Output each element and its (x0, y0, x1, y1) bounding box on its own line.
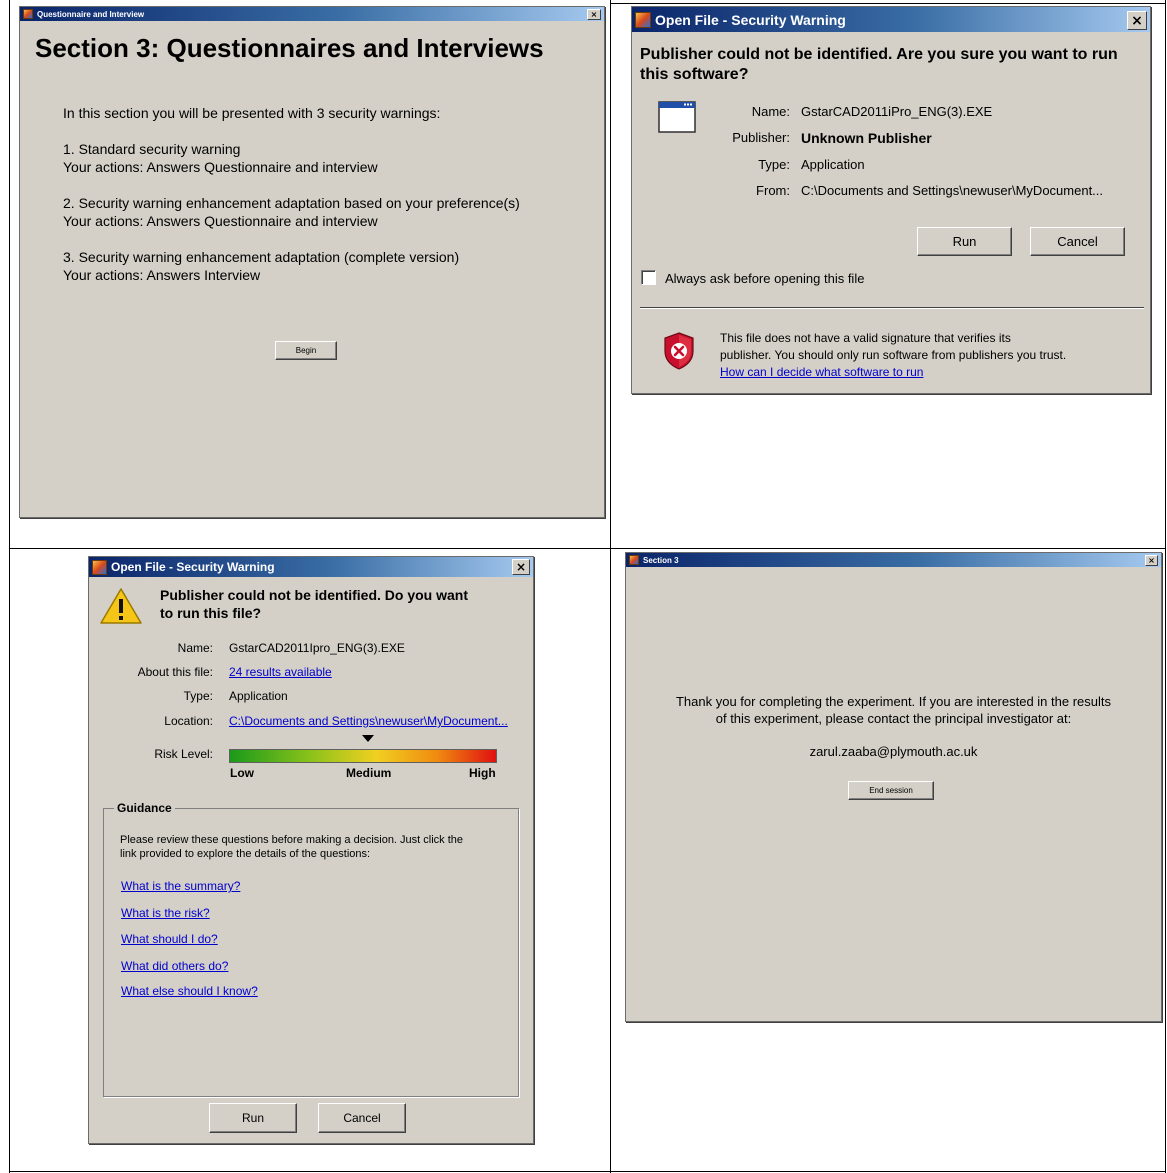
warning-question-line2: to run this file? (160, 605, 262, 621)
close-button[interactable]: × (1145, 555, 1158, 566)
close-button[interactable]: × (1127, 11, 1147, 30)
type-label: Type: (758, 157, 790, 172)
close-button[interactable]: × (587, 9, 601, 20)
questionnaire-window: Questionnaire and Interview × Section 3:… (19, 6, 605, 518)
location-label: Location: (164, 714, 213, 728)
window-title: Open File - Security Warning (111, 560, 275, 574)
item-actions: Your actions: Answers Questionnaire and … (63, 213, 378, 229)
location-link[interactable]: C:\Documents and Settings\newuser\MyDocu… (229, 714, 508, 728)
type-value: Application (801, 157, 865, 172)
title-bar: Open File - Security Warning × (89, 557, 533, 577)
contact-email: zarul.zaaba@plymouth.ac.uk (809, 744, 978, 759)
guidance-link-else[interactable]: What else should I know? (121, 984, 258, 998)
window-title: Section 3 (643, 555, 679, 565)
guidance-title: Guidance (114, 801, 175, 815)
item-actions: Your actions: Answers Interview (63, 267, 261, 283)
guidance-link-summary[interactable]: What is the summary? (121, 879, 240, 893)
type-label: Type: (183, 689, 213, 703)
grid-border-top (610, 3, 1166, 4)
section-3-window: Section 3 × Thank you for completing the… (625, 552, 1162, 1022)
publisher-value: Unknown Publisher (801, 130, 932, 146)
risk-level-marker (362, 735, 375, 742)
separator (640, 307, 1144, 309)
type-value: Application (229, 689, 288, 703)
risk-level-bar (229, 749, 497, 763)
grid-divider-vertical (610, 0, 611, 1173)
page-title: Section 3: Questionnaires and Interviews (35, 33, 544, 63)
from-label: From: (756, 183, 790, 198)
cancel-button[interactable]: Cancel (1030, 227, 1125, 256)
shield-warning-icon (662, 331, 696, 371)
name-value: GstarCAD2011iPro_ENG(3).EXE (801, 104, 993, 119)
end-session-button[interactable]: End session (848, 781, 934, 800)
always-ask-label: Always ask before opening this file (665, 271, 865, 286)
item-actions: Your actions: Answers Questionnaire and … (63, 159, 378, 175)
grid-border-right (1165, 0, 1166, 1173)
about-file-link[interactable]: 24 results available (229, 665, 332, 679)
item-title: 3. Security warning enhancement adaptati… (63, 249, 460, 265)
guidance-link-risk[interactable]: What is the risk? (121, 906, 210, 920)
publisher-label: Publisher: (732, 130, 790, 145)
grid-divider-horizontal (9, 548, 1166, 549)
warning-text-line2: publisher. You should only run software … (720, 348, 1067, 362)
title-bar: Questionnaire and Interview × (20, 7, 604, 21)
guidance-text-line1: Please review these questions before mak… (120, 834, 464, 846)
app-icon (635, 11, 651, 28)
app-icon (629, 555, 639, 565)
risk-medium-label: Medium (346, 766, 392, 780)
title-bar: Open File - Security Warning × (632, 7, 1150, 32)
name-value: GstarCAD2011Ipro_ENG(3).EXE (229, 641, 405, 655)
help-link[interactable]: How can I decide what software to run (720, 365, 923, 379)
guidance-link-what-to-do[interactable]: What should I do? (121, 932, 218, 946)
about-file-label: About this file: (137, 665, 213, 679)
run-button[interactable]: Run (917, 227, 1012, 256)
title-bar: Section 3 × (626, 553, 1161, 567)
enhanced-security-warning-window: Open File - Security Warning × Publisher… (88, 556, 534, 1144)
guidance-text-line2: link provided to explore the details of … (120, 848, 371, 860)
close-button[interactable]: × (512, 559, 530, 575)
window-title: Questionnaire and Interview (37, 9, 145, 19)
warning-question: Publisher could not be identified. Are y… (640, 46, 1118, 83)
item-title: 2. Security warning enhancement adaptati… (63, 195, 520, 211)
item-title: 1. Standard security warning (63, 141, 241, 157)
cancel-button[interactable]: Cancel (318, 1103, 406, 1133)
risk-level-label: Risk Level: (154, 747, 213, 761)
thanks-text-line2: of this experiment, please contact the p… (715, 711, 1072, 726)
warning-triangle-icon (99, 587, 143, 625)
name-label: Name: (177, 641, 213, 655)
security-warning-window: Open File - Security Warning × Publisher… (631, 6, 1151, 394)
risk-high-label: High (469, 766, 496, 780)
name-label: Name: (751, 104, 790, 119)
app-icon (23, 9, 33, 19)
window-title: Open File - Security Warning (655, 11, 846, 28)
thanks-text-line1: Thank you for completing the experiment.… (675, 694, 1111, 709)
risk-low-label: Low (230, 766, 254, 780)
grid-border-bottom (9, 1171, 1166, 1172)
app-icon (92, 559, 107, 575)
warning-question-line1: Publisher could not be identified. Do yo… (160, 587, 469, 603)
intro-text: In this section you will be presented wi… (63, 105, 441, 121)
run-button[interactable]: Run (209, 1103, 297, 1133)
warning-text-line1: This file does not have a valid signatur… (720, 331, 1011, 345)
application-file-icon (658, 101, 696, 133)
guidance-group: Guidance Please review these questions b… (103, 801, 519, 1097)
always-ask-checkbox[interactable] (641, 270, 656, 285)
grid-border-left (9, 0, 10, 1173)
guidance-link-others[interactable]: What did others do? (121, 959, 228, 973)
from-value: C:\Documents and Settings\newuser\MyDocu… (801, 183, 1104, 198)
begin-button[interactable]: Begin (275, 341, 337, 360)
